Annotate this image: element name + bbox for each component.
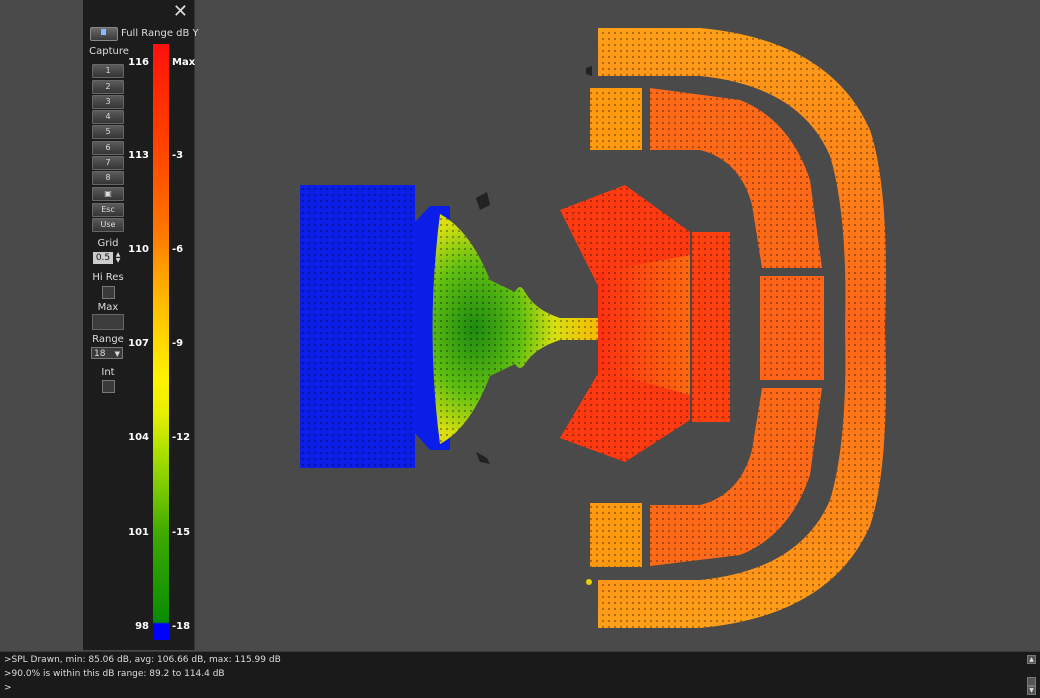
- range-label: Range: [92, 334, 124, 345]
- max-label: Max: [97, 302, 119, 313]
- capture-label: Capture: [89, 46, 129, 57]
- tick-rel-3: -3: [172, 150, 184, 161]
- grid-spinner[interactable]: ▲ ▼: [114, 252, 122, 264]
- tick-rel-15: -15: [172, 527, 191, 538]
- scroll-thumb[interactable]: [1027, 677, 1036, 686]
- close-icon[interactable]: ✕: [173, 2, 188, 22]
- grid-label: Grid: [97, 238, 119, 249]
- esc-button[interactable]: Esc: [92, 203, 124, 217]
- tick-rel-9: -9: [172, 338, 184, 349]
- tick-db-101: 101: [128, 527, 149, 538]
- capture-button-3[interactable]: 3: [92, 95, 124, 109]
- capture-button-7[interactable]: 7: [92, 156, 124, 170]
- capture-button-1[interactable]: 1: [92, 64, 124, 78]
- capture-button-5[interactable]: 5: [92, 125, 124, 139]
- save-button[interactable]: ▣: [92, 187, 124, 201]
- capture-button-2[interactable]: 2: [92, 80, 124, 94]
- chevron-down-icon: ▼: [114, 350, 120, 358]
- scroll-down-icon[interactable]: ▼: [1027, 686, 1036, 695]
- speaker-far-icon: [586, 66, 592, 76]
- console-line-2: >90.0% is within this dB range: 89.2 to …: [4, 669, 225, 679]
- grid-input[interactable]: 0.5: [93, 252, 113, 264]
- range-select[interactable]: 18 ▼: [91, 347, 123, 359]
- capture-button-4[interactable]: 4: [92, 110, 124, 124]
- spl-colorbar: [153, 44, 169, 640]
- use-button[interactable]: Use: [92, 218, 124, 232]
- tick-db-98: 98: [135, 621, 149, 632]
- hires-checkbox[interactable]: [102, 286, 115, 299]
- console-scrollbar[interactable]: ▲ ▼: [1027, 655, 1036, 695]
- console-panel: >SPL Drawn, min: 85.06 dB, avg: 106.66 d…: [0, 651, 1040, 698]
- legend-title: Full Range dB Y: [121, 28, 199, 39]
- capture-button-8[interactable]: 8: [92, 171, 124, 185]
- int-label: Int: [101, 367, 115, 378]
- legend-panel: ✕ Full Range dB Y Capture 1 2 3 4 5 6 7 …: [83, 0, 199, 650]
- tick-db-116: 116: [128, 57, 149, 68]
- tick-rel-12: -12: [172, 432, 191, 443]
- console-line-3[interactable]: >: [4, 683, 12, 693]
- max-button[interactable]: [92, 314, 124, 330]
- hires-label: Hi Res: [92, 272, 124, 283]
- tick-db-113: 113: [128, 150, 149, 161]
- int-checkbox[interactable]: [102, 380, 115, 393]
- tick-rel-max: Max: [172, 57, 196, 68]
- scroll-up-icon[interactable]: ▲: [1027, 655, 1036, 664]
- speaker-top-icon: [476, 192, 490, 210]
- console-line-1: >SPL Drawn, min: 85.06 dB, avg: 106.66 d…: [4, 655, 281, 665]
- range-value: 18: [94, 349, 106, 359]
- tick-db-107: 107: [128, 338, 149, 349]
- arrow-icon: [101, 29, 106, 35]
- full-range-toggle-button[interactable]: [90, 27, 118, 41]
- speaker-bottom-icon: [476, 452, 490, 464]
- floppy-disk-icon: ▣: [104, 189, 112, 198]
- capture-button-6[interactable]: 6: [92, 141, 124, 155]
- tick-rel-18: -18: [172, 621, 191, 632]
- tick-db-104: 104: [128, 432, 149, 443]
- spin-down-icon[interactable]: ▼: [114, 258, 122, 264]
- tick-db-110: 110: [128, 244, 149, 255]
- marker-icon: [586, 579, 592, 585]
- tick-rel-6: -6: [172, 244, 184, 255]
